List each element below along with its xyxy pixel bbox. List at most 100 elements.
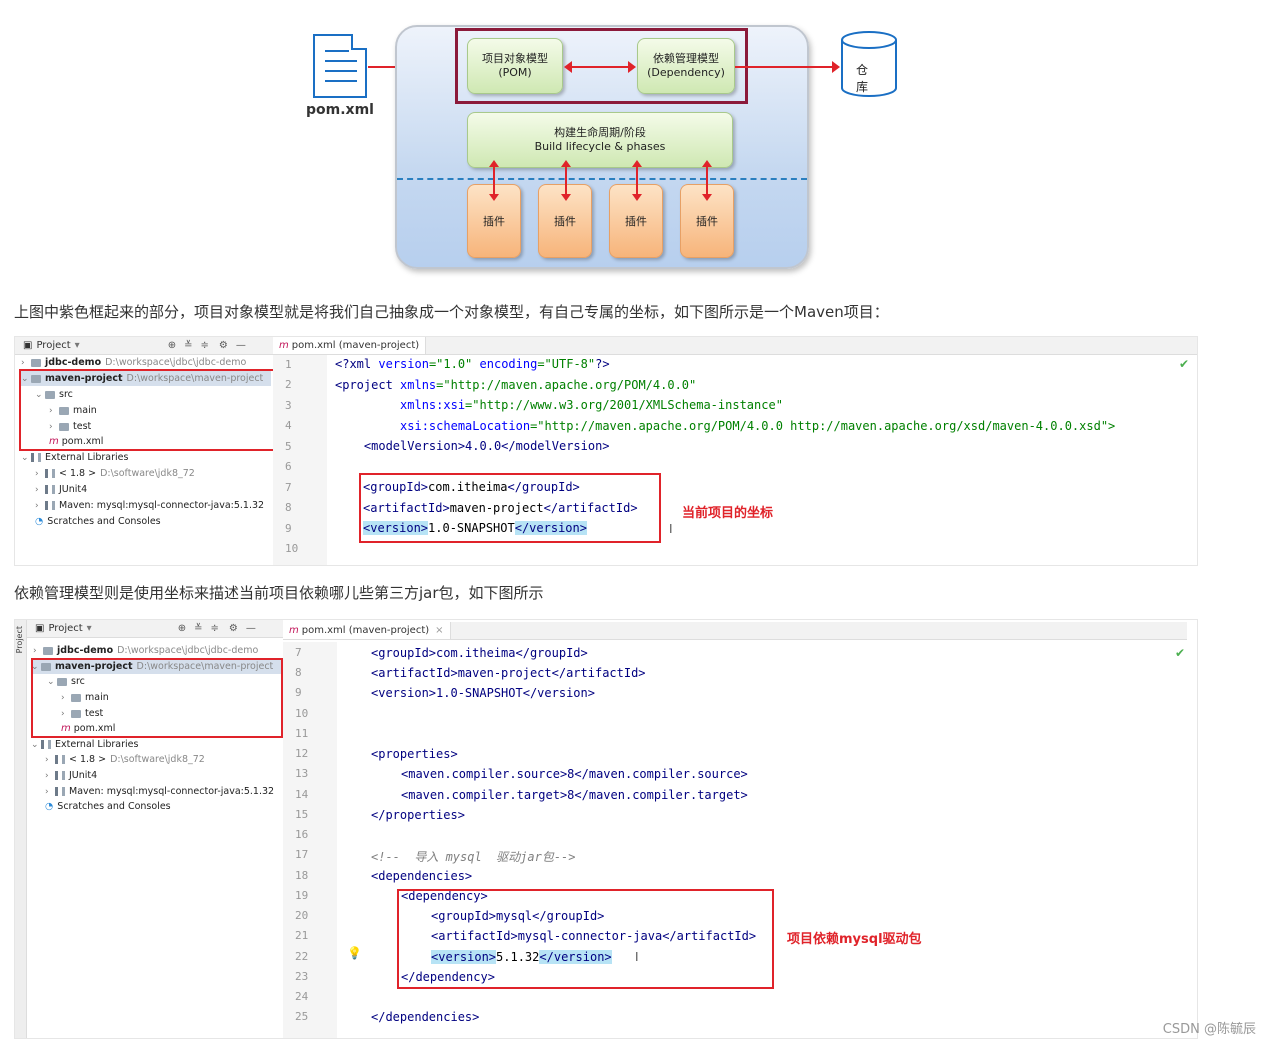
arrow-head-icon (564, 61, 572, 73)
maven-file-icon: m (289, 625, 299, 636)
line-number: 5 (285, 440, 292, 453)
side-tab-project[interactable]: Project (15, 626, 24, 653)
gear-icon[interactable]: ⚙ (219, 340, 228, 351)
tree-item-external-libraries[interactable]: ⌄ External Libraries (31, 737, 138, 752)
tree-item-jdbc-demo[interactable]: › jdbc-demo D:\workspace\jdbc\jdbc-demo (33, 643, 258, 658)
chevron-right-icon[interactable]: › (33, 646, 43, 656)
collapse-icon[interactable]: ≚ (184, 340, 192, 351)
maven-file-icon: m (279, 340, 289, 351)
chevron-down-icon[interactable]: ⌄ (21, 453, 31, 463)
chevron-right-icon[interactable]: › (35, 485, 45, 495)
chevron-down-icon[interactable]: ⌄ (31, 740, 41, 750)
project-dropdown[interactable]: Project (48, 623, 82, 634)
collapse-icon[interactable]: ≚ (194, 623, 202, 634)
tree-item-external-libraries[interactable]: ⌄ External Libraries (21, 450, 128, 465)
side-tool-strip: Project (15, 620, 27, 1038)
chevron-right-icon[interactable]: › (35, 469, 45, 479)
project-panel-icon: ▣ (35, 623, 45, 634)
minimize-icon[interactable]: — (236, 340, 246, 351)
tree-item-mysql-lib[interactable]: › Maven: mysql:mysql-connector-java:5.1.3… (45, 784, 274, 799)
code-line-8[interactable]: <artifactId>maven-project</artifactId> (371, 666, 646, 680)
chevron-right-icon[interactable]: › (45, 787, 55, 797)
gear-icon[interactable]: ⚙ (229, 623, 238, 634)
code-line-25[interactable]: </dependencies> (371, 1010, 479, 1024)
close-icon[interactable]: × (435, 625, 443, 636)
chevron-down-icon[interactable]: ▾ (75, 340, 80, 351)
tab-pom-xml[interactable]: m pom.xml (maven-project) (273, 337, 427, 354)
line-number: 13 (295, 767, 309, 780)
chevron-right-icon[interactable]: › (35, 501, 45, 511)
line-number: 8 (295, 666, 302, 679)
tree-item-mysql-lib[interactable]: › Maven: mysql:mysql-connector-java:5.1.3… (35, 498, 264, 513)
library-icon (55, 771, 65, 780)
minimize-icon[interactable]: — (246, 623, 256, 634)
expand-icon[interactable]: ≑ (200, 340, 208, 351)
pom-model-box: 项目对象模型 (POM) (467, 38, 563, 94)
chevron-right-icon[interactable]: › (45, 771, 55, 781)
tree-item-junit[interactable]: › JUnit4 (45, 768, 97, 783)
plugin-arrow (636, 166, 638, 196)
line-number: 17 (295, 848, 309, 861)
chevron-down-icon[interactable]: ▾ (87, 623, 92, 634)
arrow-head-icon (489, 160, 499, 167)
dependency-annotation: 项目依赖mysql驱动包 (787, 932, 922, 947)
tree-item-jdbc-demo[interactable]: › jdbc-demo D:\workspace\jdbc\jdbc-demo (21, 355, 246, 370)
dependency-model-sub: (Dependency) (647, 66, 725, 79)
project-toolbar: ▣ Project ▾ ⊕ ≚ ≑ ⚙ — (27, 620, 283, 638)
check-icon: ✔ (1175, 646, 1186, 660)
line-number: 16 (295, 828, 309, 841)
jdk-icon (45, 469, 55, 478)
ide-screenshot-2: Project ▣ Project ▾ ⊕ ≚ ≑ ⚙ — › jdbc-demo… (14, 619, 1198, 1039)
line-number: 14 (295, 788, 309, 801)
code-line-4[interactable]: xsi:schemaLocation="http://maven.apache.… (335, 419, 1115, 433)
project-dropdown[interactable]: Project (36, 340, 70, 351)
project-toolbar: ▣ Project ▾ ⊕ ≚ ≑ ⚙ — (15, 337, 273, 355)
code-line-7[interactable]: <groupId>com.itheima</groupId> (371, 646, 588, 660)
plugin-label: 插件 (625, 215, 647, 228)
tab-pom-xml[interactable]: m pom.xml (maven-project) × (283, 622, 451, 639)
tree-item-junit[interactable]: › JUnit4 (35, 482, 87, 497)
editor-tabbar: m pom.xml (maven-project) (273, 337, 1197, 355)
code-line-5[interactable]: <modelVersion>4.0.0</modelVersion> (335, 439, 610, 453)
code-line-14[interactable]: <maven.compiler.target>8</maven.compiler… (401, 788, 748, 802)
code-line-15[interactable]: </properties> (371, 808, 465, 822)
editor-tabbar: m pom.xml (maven-project) × (283, 622, 1187, 640)
line-number: 24 (295, 990, 309, 1003)
code-line-2[interactable]: <project xmlns="http://maven.apache.org/… (335, 378, 696, 392)
line-number: 11 (295, 727, 309, 740)
tree-item-jdk[interactable]: › < 1.8 > D:\software\jdk8_72 (45, 752, 205, 767)
code-line-18[interactable]: <dependencies> (371, 869, 472, 883)
module-folder-icon (43, 646, 53, 655)
code-line-12[interactable]: <properties> (371, 747, 458, 761)
chevron-right-icon[interactable]: › (45, 755, 55, 765)
tree-item-jdk[interactable]: › < 1.8 > D:\software\jdk8_72 (35, 466, 195, 481)
tree-highlight-frame (19, 369, 275, 451)
chevron-right-icon[interactable]: › (21, 358, 31, 368)
code-line-3[interactable]: xmlns:xsi="http://www.w3.org/2001/XMLSch… (335, 398, 783, 412)
line-number: 8 (285, 501, 292, 514)
plugin-label: 插件 (554, 215, 576, 228)
library-icon (45, 485, 55, 494)
code-line-9[interactable]: <version>1.0-SNAPSHOT</version> (371, 686, 595, 700)
code-line-13[interactable]: <maven.compiler.source>8</maven.compiler… (401, 767, 748, 781)
text-cursor-icon: I (669, 522, 673, 536)
code-line-17[interactable]: <!-- 导入 mysql 驱动jar包--> (371, 848, 576, 865)
dependency-highlight-frame (397, 889, 774, 989)
library-icon (31, 453, 41, 462)
arrow-head-icon (632, 194, 642, 201)
coordinates-annotation: 当前项目的坐标 (682, 506, 774, 521)
line-number: 18 (295, 869, 309, 882)
arrow-head-icon (561, 160, 571, 167)
line-gutter: 7 8 9 10 11 12 13 14 15 16 17 18 19 20 2… (283, 642, 337, 1038)
library-icon (41, 740, 51, 749)
expand-icon[interactable]: ≑ (210, 623, 218, 634)
line-number: 6 (285, 460, 292, 473)
tree-item-scratches[interactable]: ◔ Scratches and Consoles (45, 799, 171, 814)
lightbulb-icon[interactable]: 💡 (347, 946, 362, 960)
line-gutter: 1 2 3 4 5 6 7 8 9 10 (273, 355, 327, 565)
locate-icon[interactable]: ⊕ (168, 340, 176, 351)
tree-item-scratches[interactable]: ◔ Scratches and Consoles (35, 514, 161, 529)
locate-icon[interactable]: ⊕ (178, 623, 186, 634)
line-number: 2 (285, 378, 292, 391)
code-line-1[interactable]: <?xml version="1.0" encoding="UTF-8"?> (335, 357, 610, 371)
